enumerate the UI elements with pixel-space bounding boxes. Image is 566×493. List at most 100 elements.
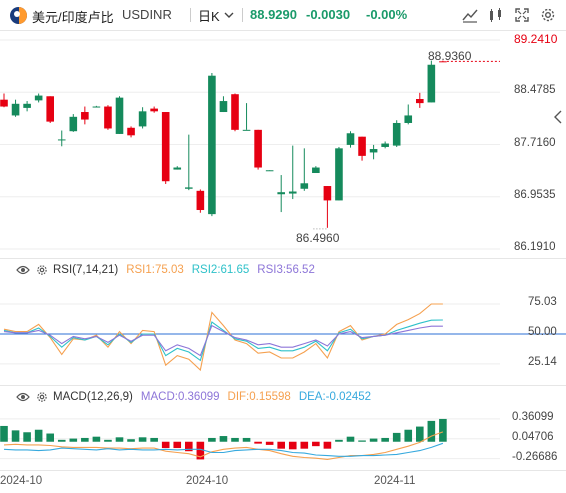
macd-bar-negative [161,441,170,449]
rsi-tick-label: 25.14 [528,355,557,368]
macd-bar-negative [254,441,262,444]
x-label: 2024-10 [186,475,229,487]
period-label: 日K [198,8,220,24]
candle-up [34,95,43,101]
macd-bar-positive [358,440,366,442]
macd-bar-negative [288,441,297,450]
pane-separator [0,385,566,386]
macd-bar-positive [150,437,158,442]
candle-down [46,96,54,122]
rsi1-line [3,303,443,372]
rsi3-value: RSI3:56.52 [257,264,315,276]
period-selector[interactable]: 日K [198,5,234,25]
macd-bar-positive [138,437,147,442]
dif-value: DIF:0.15598 [227,391,291,403]
chevron-left-icon [554,110,562,124]
drawing-button[interactable] [486,5,506,25]
price-tick-label: 88.4785 [514,84,556,97]
candle-up [11,103,20,116]
candle-up [392,122,401,146]
candle-up [208,75,216,215]
price-tick-label: 86.9535 [514,188,556,201]
candle-up [404,115,413,123]
price-tick-label: 87.7160 [514,136,556,149]
macd-chart [0,418,500,460]
fullscreen-button[interactable] [512,5,532,25]
macd-bar-negative [323,441,332,449]
currency-flag-icon [10,7,27,24]
indicator-button[interactable] [460,5,480,25]
macd-bar-positive [416,426,424,442]
macd-header: MACD(12,26,9) MACD:0.36099 DIF:0.15598 D… [0,389,371,405]
symbol-code: USDINR [122,7,172,22]
candle-up [69,116,78,132]
macd-bar-positive [92,436,101,442]
price-tag-current: 89.2410 [514,32,558,46]
candle-down [196,190,205,211]
macd-bar-positive [335,439,343,442]
candle-up [115,97,124,134]
macd-bar-positive [57,439,66,442]
macd-bar-positive [381,437,389,442]
candle-down [254,129,262,168]
candle-down [150,108,158,112]
gear-icon[interactable] [36,391,48,403]
macd-bar-positive [219,436,228,442]
chevron-down-icon [224,12,234,18]
high-annotation: 88.9360 [428,49,472,63]
macd-bar-positive [104,439,112,442]
collapse-sidebar-button[interactable] [551,106,565,128]
macd-bar-positive [346,436,355,442]
macd-tick-label: 0.04706 [512,430,554,443]
candle-up [369,149,378,153]
candle-up [265,170,274,172]
macd-bar-positive [11,430,20,442]
candle-up [242,129,251,131]
macd-bar-positive [242,437,251,442]
candle-up [312,167,320,174]
macd-bar-negative [265,441,274,445]
candle-down [127,127,135,136]
macd-bar-positive [404,429,413,442]
drawing-icon [490,8,501,22]
divider [242,8,243,22]
candlestick-chart [0,39,500,250]
macd-bar-positive [127,439,135,442]
rsi-header: RSI(7,14,21) RSI1:75.03 RSI2:61.65 RSI3:… [0,262,315,278]
low-annotation: 86.4960 [296,231,340,245]
candle-down [323,186,332,201]
settings-button[interactable] [538,5,558,25]
price-change: -0.0030 [306,7,351,22]
macd-bar-negative [173,441,182,449]
candle-down [161,112,170,182]
macd-bar-positive [23,432,31,442]
rsi2-value: RSI2:61.65 [191,264,250,276]
rsi-tick-label: 75.03 [528,295,557,308]
visibility-icon[interactable] [16,391,30,403]
candle-up [288,191,297,194]
macd-bar-positive [439,418,447,442]
candle-down [0,99,8,107]
indicator-icon [462,9,478,23]
candle-up [23,103,31,108]
rsi-tick-label: 50.00 [528,326,557,338]
candle-up [173,167,182,170]
gear-icon[interactable] [36,264,48,276]
rsi1-value: RSI1:75.03 [126,264,184,276]
macd-bar-positive [392,432,401,442]
macd-tick-label: -0.26686 [512,450,558,463]
macd-bar-positive [81,437,89,442]
macd-tick-label: 0.36099 [512,410,554,423]
x-label: 2024-10 [0,475,43,487]
candle-down [81,112,89,120]
macd-bar-positive [231,437,239,442]
macd-bar-positive [0,425,8,442]
macd-bar-negative [300,441,309,449]
visibility-icon[interactable] [16,264,30,276]
candle-down [231,94,239,130]
expand-icon [515,8,529,22]
candle-up [138,111,147,127]
macd-value: MACD:0.36099 [140,391,220,403]
macd-bar-positive [369,438,378,442]
divider [190,8,191,22]
